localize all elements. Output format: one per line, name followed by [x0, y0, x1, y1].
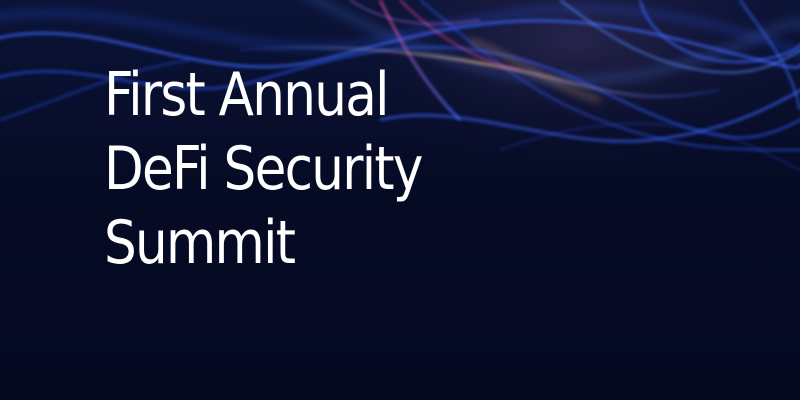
event-banner: First Annual DeFi Security Summit — [0, 0, 800, 400]
event-title-line-3: Summit — [104, 208, 296, 278]
event-title-line-1: First Annual — [104, 60, 389, 130]
event-title: First Annual DeFi Security Summit — [104, 58, 586, 280]
event-title-line-2: DeFi Security — [104, 134, 423, 204]
